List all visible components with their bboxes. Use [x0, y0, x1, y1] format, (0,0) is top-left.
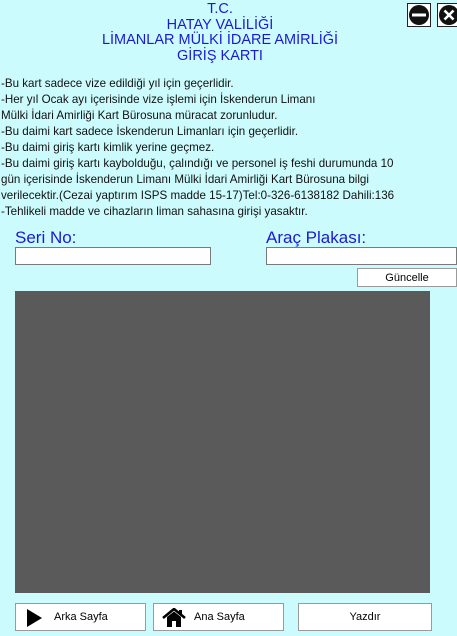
home-page-label: Ana Sayfa	[194, 611, 245, 623]
play-icon	[27, 609, 42, 627]
print-button[interactable]: Yazdır	[298, 603, 432, 631]
back-page-label: Arka Sayfa	[54, 611, 108, 623]
card-preview-panel	[15, 291, 430, 593]
home-icon	[162, 608, 186, 627]
header: T.C. HATAY VALİLİĞİ LİMANLAR MÜLKİ İDARE…	[0, 1, 440, 64]
note-line: -Her yıl Ocak ayı içerisinde vize işlemi…	[1, 93, 316, 106]
note-line: -Bu daimi giriş kartı kimlik yerine geçm…	[1, 141, 215, 154]
header-line-2: HATAY VALİLİĞİ	[166, 16, 274, 33]
header-line-4: GİRİŞ KARTI	[177, 47, 263, 64]
home-page-button[interactable]: Ana Sayfa	[153, 603, 284, 631]
minimize-icon	[407, 3, 431, 27]
note-line: -Bu daimi giriş kartı kaybolduğu, çalınd…	[1, 157, 394, 170]
note-line: -Bu kart sadece vize edildiği yıl için g…	[1, 77, 234, 90]
update-button[interactable]: Güncelle	[357, 268, 457, 287]
close-icon	[437, 3, 457, 27]
minimize-button[interactable]	[407, 3, 431, 27]
notes-text: -Bu kart sadece vize edildiği yıl için g…	[1, 76, 457, 220]
note-line: gün içerisinde İskenderun Limanı Mülki İ…	[1, 173, 369, 186]
back-page-button[interactable]: Arka Sayfa	[15, 603, 146, 631]
note-line: -Bu daimi kart sadece İskenderun Limanla…	[1, 125, 299, 138]
print-label: Yazdır	[349, 611, 381, 623]
header-line-3: LİMANLAR MÜLKİ İDARE AMİRLİĞİ	[101, 32, 339, 48]
arac-plakasi-input[interactable]	[266, 247, 457, 265]
note-line: Mülki İdari Amirliği Kart Bürosuna mürac…	[1, 109, 278, 122]
seri-no-label: Seri No:	[15, 228, 77, 247]
arac-plakasi-label: Araç Plakası:	[266, 228, 367, 247]
seri-no-input[interactable]	[15, 247, 211, 265]
header-line-1: T.C.	[207, 1, 233, 17]
note-line: -Tehlikeli madde ve cihazların liman sah…	[1, 205, 308, 218]
note-line: verilecektir.(Cezai yaptırım ISPS madde …	[1, 189, 395, 202]
close-button[interactable]	[437, 3, 457, 27]
